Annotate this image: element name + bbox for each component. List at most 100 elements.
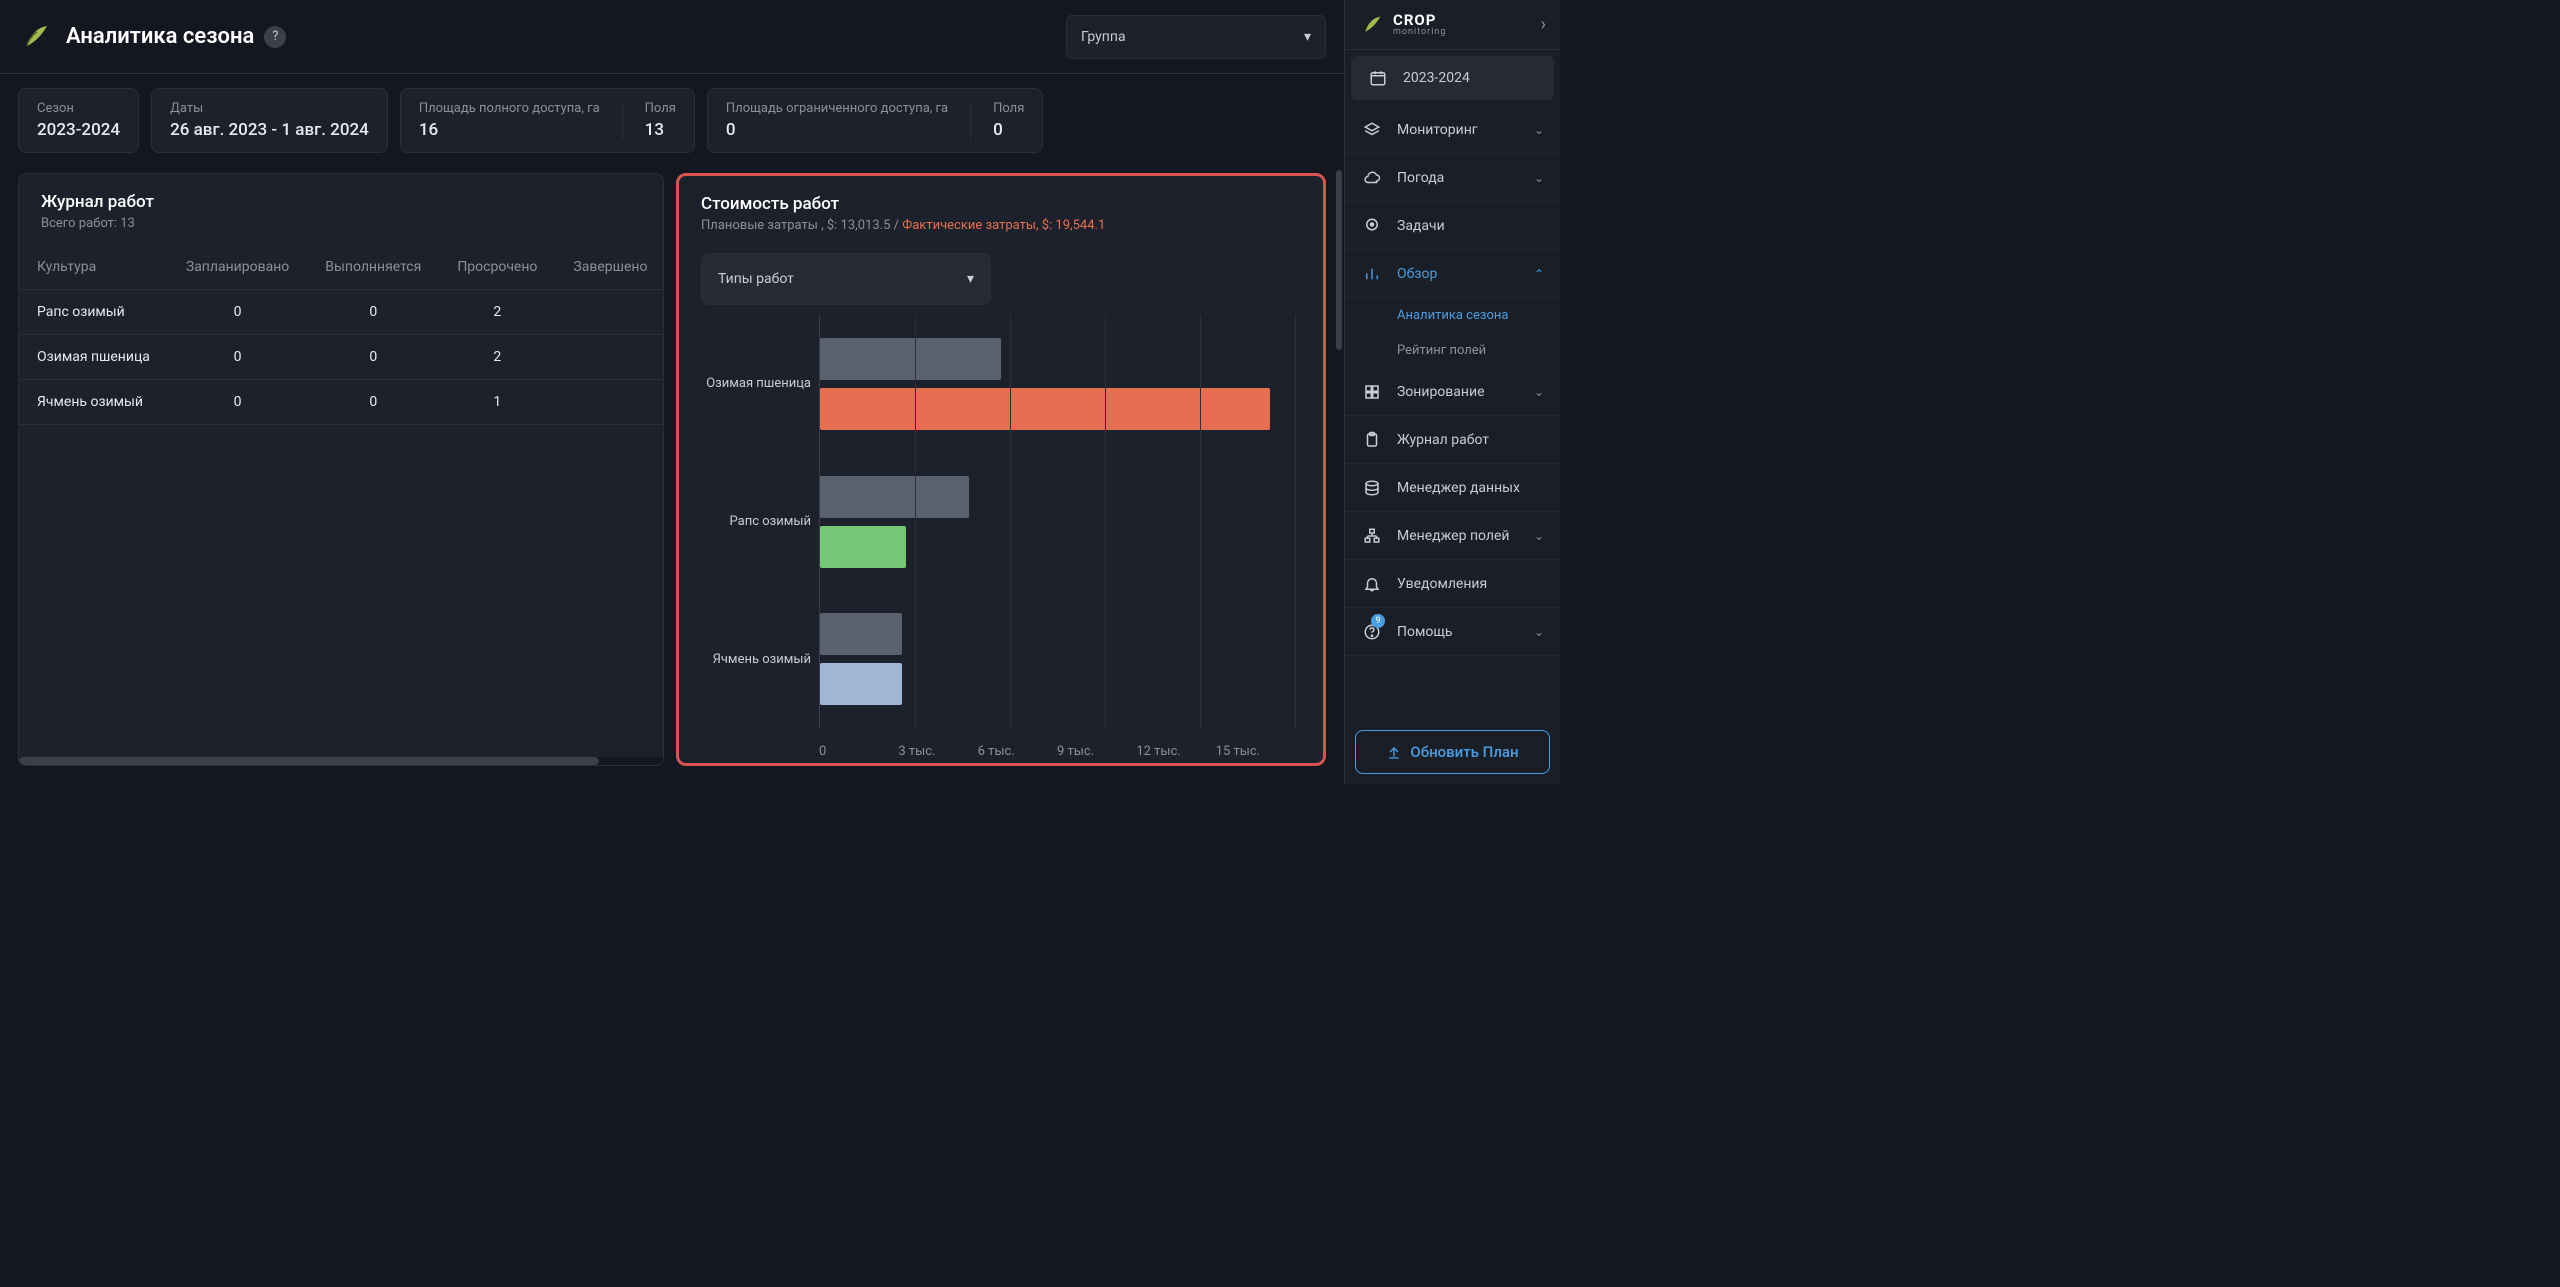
actual-value: 19,544.1 (1055, 218, 1105, 233)
stats-row: Сезон 2023-2024 Даты 26 авг. 2023 - 1 ав… (0, 74, 1344, 167)
cell-overdue: 2 (439, 335, 555, 380)
stat-label: Сезон (37, 101, 120, 116)
cost-sep: / (890, 218, 902, 233)
stat-value: 0 (993, 120, 1024, 140)
table-row[interactable]: Ячмень озимый001 (19, 380, 663, 425)
table-row[interactable]: Рапс озимый002 (19, 290, 663, 335)
journal-table-wrap[interactable]: Культура Запланировано Выполнняется Прос… (19, 245, 663, 757)
stat-season[interactable]: Сезон 2023-2024 (18, 88, 139, 153)
cost-subtitle: Плановые затраты , $: 13,013.5 / Фактиче… (701, 218, 1301, 233)
main-vscroll[interactable] (1336, 170, 1342, 520)
chart-bar-planned[interactable] (820, 476, 969, 518)
sidebar-sub-rating[interactable]: Рейтинг полей (1345, 333, 1560, 368)
journal-panel: Журнал работ Всего работ: 13 Культура За… (18, 173, 664, 766)
cost-title: Стоимость работ (701, 194, 1301, 214)
sidebar-season[interactable]: 2023-2024 (1351, 56, 1554, 100)
cost-panel: Стоимость работ Плановые затраты , $: 13… (676, 173, 1326, 766)
group-select-label: Группа (1081, 29, 1126, 45)
sidebar-notifications[interactable]: Уведомления (1345, 560, 1560, 608)
update-plan-button[interactable]: Обновить План (1355, 730, 1550, 774)
sidebar-item-label: Менеджер данных (1397, 480, 1520, 496)
cell-overdue: 2 (439, 290, 555, 335)
sidebar-item-label: Помощь (1397, 624, 1453, 640)
stat-label: Поля (993, 101, 1024, 116)
stat-value: 16 (419, 120, 600, 140)
chevron-down-icon: ⌄ (1534, 625, 1544, 639)
stat-dates[interactable]: Даты 26 авг. 2023 - 1 авг. 2024 (151, 88, 388, 153)
stat-label: Площадь ограниченного доступа, га (726, 101, 948, 116)
chart-y-label: Озимая пшеница (689, 315, 819, 453)
chart-bar-actual[interactable] (820, 388, 1270, 430)
sidebar-monitoring[interactable]: Мониторинг ⌄ (1345, 106, 1560, 154)
planned-value: 13,013.5 (841, 218, 891, 233)
sidebar-overview[interactable]: Обзор ⌃ (1345, 250, 1560, 298)
chart-x-tick: 9 тыс. (1057, 744, 1136, 759)
chart-type-select[interactable]: Типы работ ▾ (701, 253, 991, 305)
brand-bot: monitoring (1393, 28, 1446, 37)
stat-value: 2023-2024 (37, 120, 120, 140)
table-row[interactable]: Озимая пшеница002 (19, 335, 663, 380)
col-crop[interactable]: Культура (19, 245, 168, 290)
chart-x-tick: 0 (819, 744, 898, 759)
col-overdue[interactable]: Просрочено (439, 245, 555, 290)
app-logo-icon (18, 19, 54, 55)
database-icon (1361, 479, 1383, 497)
sidebar-weather[interactable]: Погода ⌄ (1345, 154, 1560, 202)
journal-table: Культура Запланировано Выполнняется Прос… (19, 245, 663, 425)
sidebar-field-manager[interactable]: Менеджер полей ⌄ (1345, 512, 1560, 560)
main-vscroll-thumb[interactable] (1336, 170, 1342, 350)
cell-planned: 0 (168, 335, 307, 380)
chevron-right-icon: › (1541, 14, 1546, 35)
sidebar-item-label: Погода (1397, 170, 1444, 186)
sidebar-item-label: Обзор (1397, 266, 1437, 282)
upload-icon (1386, 744, 1402, 760)
sidebar-item-label: Уведомления (1397, 576, 1487, 592)
sidebar-tasks[interactable]: Задачи (1345, 202, 1560, 250)
stat-full-access[interactable]: Площадь полного доступа, га 16 Поля 13 (400, 88, 695, 153)
chart-bar-planned[interactable] (820, 338, 1001, 380)
chart-bar-actual[interactable] (820, 663, 902, 705)
sidebar-sub-analytics[interactable]: Аналитика сезона (1345, 298, 1560, 333)
stat-label: Поля (645, 101, 676, 116)
bell-icon (1361, 575, 1383, 593)
chevron-down-icon: ▾ (1304, 29, 1311, 45)
chart-y-label: Рапс озимый (689, 453, 819, 591)
cell-crop: Озимая пшеница (19, 335, 168, 380)
cell-running: 0 (307, 380, 439, 425)
sidebar-zoning[interactable]: Зонирование ⌄ (1345, 368, 1560, 416)
stat-value: 26 авг. 2023 - 1 авг. 2024 (170, 120, 369, 140)
stat-limited-access[interactable]: Площадь ограниченного доступа, га 0 Поля… (707, 88, 1043, 153)
cell-crop: Ячмень озимый (19, 380, 168, 425)
journal-subtitle: Всего работ: 13 (41, 216, 641, 231)
stat-label: Площадь полного доступа, га (419, 101, 600, 116)
col-done[interactable]: Завершено (555, 245, 663, 290)
chevron-down-icon: ⌄ (1534, 171, 1544, 185)
layers-icon (1361, 121, 1383, 139)
cell-done (555, 380, 663, 425)
group-select[interactable]: Группа ▾ (1066, 15, 1326, 59)
col-planned[interactable]: Запланировано (168, 245, 307, 290)
journal-title: Журнал работ (41, 192, 641, 212)
chevron-down-icon: ⌄ (1534, 385, 1544, 399)
cell-running: 0 (307, 290, 439, 335)
journal-hscroll[interactable] (19, 757, 663, 765)
cloud-icon (1361, 169, 1383, 187)
sidebar-journal[interactable]: Журнал работ (1345, 416, 1560, 464)
sidebar-data-manager[interactable]: Менеджер данных (1345, 464, 1560, 512)
journal-hscroll-thumb[interactable] (19, 757, 599, 765)
actual-label: Фактические затраты, $: (902, 218, 1055, 233)
cell-overdue: 1 (439, 380, 555, 425)
col-running[interactable]: Выполнняется (307, 245, 439, 290)
help-icon[interactable]: ? (264, 26, 286, 48)
x-axis: 03 тыс.6 тыс.9 тыс.12 тыс.15 тыс. (679, 738, 1323, 763)
chevron-down-icon: ▾ (967, 271, 974, 287)
chart-bar-actual[interactable] (820, 526, 906, 568)
cell-done (555, 335, 663, 380)
chart-bar-planned[interactable] (820, 613, 902, 655)
cost-chart: Озимая пшеницаРапс озимыйЯчмень озимый (679, 315, 1323, 738)
chart-x-tick: 6 тыс. (978, 744, 1057, 759)
sidebar-header[interactable]: CROP monitoring › (1345, 0, 1560, 50)
cell-done (555, 290, 663, 335)
sidebar-help[interactable]: 9 Помощь ⌄ (1345, 608, 1560, 656)
chart-bar-group (820, 315, 1295, 453)
